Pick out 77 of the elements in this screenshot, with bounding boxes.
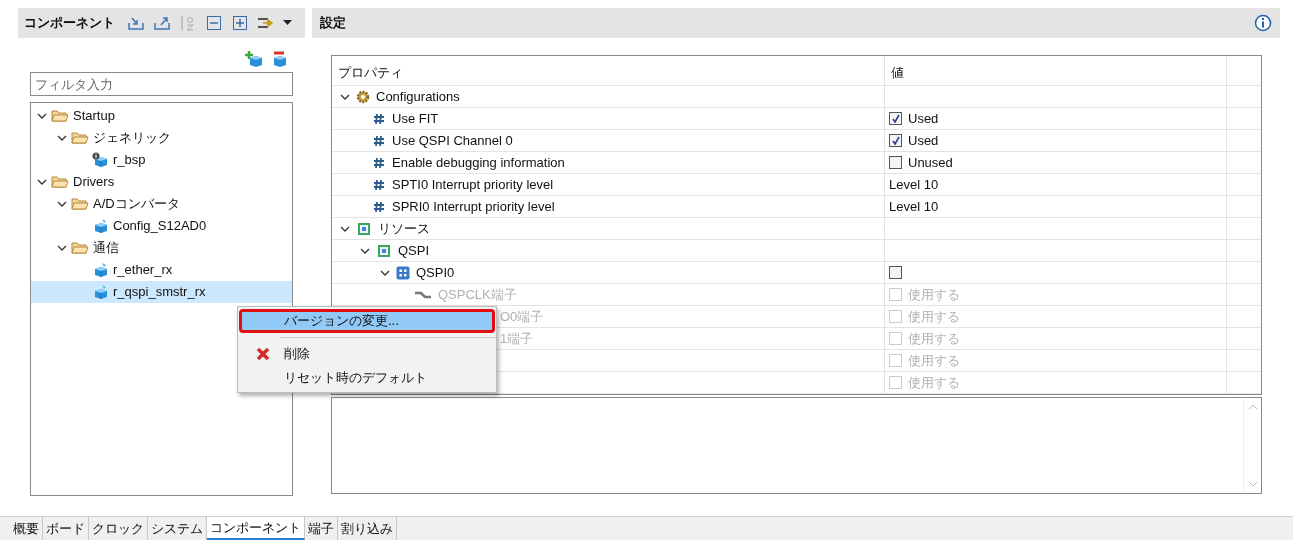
property-name: Use FIT bbox=[392, 109, 439, 128]
chevron-down-icon[interactable] bbox=[37, 177, 47, 187]
bottom-tab[interactable]: 割り込み bbox=[338, 517, 397, 540]
tree-item[interactable]: r_bsp bbox=[31, 149, 292, 171]
property-name: O0端子 bbox=[500, 307, 544, 326]
tree-item[interactable]: ジェネリック bbox=[31, 127, 292, 149]
export-icon[interactable] bbox=[153, 14, 171, 32]
hash-icon bbox=[372, 134, 386, 147]
grid-block-icon bbox=[396, 265, 410, 280]
checkbox[interactable] bbox=[889, 266, 902, 279]
tree-item[interactable]: r_ether_rx bbox=[31, 259, 292, 281]
add-cube-icon[interactable] bbox=[245, 50, 263, 68]
tree-item[interactable]: A/Dコンバータ bbox=[31, 193, 292, 215]
chevron-down-icon[interactable] bbox=[37, 111, 47, 121]
value-text: Unused bbox=[908, 153, 953, 172]
property-name: SPTI0 Interrupt priority level bbox=[392, 175, 554, 194]
tree-item[interactable]: 通信 bbox=[31, 237, 292, 259]
chevron-down-icon[interactable] bbox=[57, 133, 67, 143]
property-name: リソース bbox=[378, 219, 430, 238]
chevron-down-icon[interactable] bbox=[57, 243, 67, 253]
wire-icon bbox=[414, 289, 432, 300]
property-name: SPRI0 Interrupt priority level bbox=[392, 197, 555, 216]
gear-icon bbox=[356, 89, 370, 104]
bottom-tab[interactable]: ボード bbox=[43, 517, 89, 540]
checkbox[interactable] bbox=[889, 112, 902, 125]
tree-item[interactable]: Config_S12AD0 bbox=[31, 215, 292, 237]
property-name: Enable debugging information bbox=[392, 153, 565, 172]
hash-icon bbox=[372, 178, 386, 191]
hash-icon bbox=[372, 200, 386, 213]
property-name: QSPI bbox=[398, 241, 430, 260]
folder-icon bbox=[71, 197, 89, 211]
info-icon[interactable] bbox=[1254, 14, 1272, 32]
checkbox[interactable] bbox=[889, 156, 902, 169]
property-name: Use QSPI Channel 0 bbox=[392, 131, 513, 150]
chip-icon bbox=[356, 220, 372, 237]
value-text: 使用する bbox=[908, 285, 960, 304]
hash-icon bbox=[372, 112, 386, 125]
filter-field[interactable]: フィルタ入力 bbox=[30, 72, 293, 96]
chip-icon bbox=[376, 242, 392, 259]
bottom-tab[interactable]: 概要 bbox=[10, 517, 43, 540]
panel-title: コンポーネント bbox=[24, 14, 115, 33]
tree-item[interactable]: r_qspi_smstr_rx bbox=[31, 281, 292, 303]
bottom-tab[interactable]: 端子 bbox=[305, 517, 338, 540]
column-header[interactable]: 値 bbox=[891, 65, 904, 80]
tree-item[interactable]: Startup bbox=[31, 105, 292, 127]
delete-icon bbox=[256, 347, 270, 361]
property-name: QSPI0 bbox=[416, 263, 455, 282]
folder-icon bbox=[71, 131, 89, 145]
property-name: 1端子 bbox=[500, 329, 534, 348]
chevron-down-icon[interactable] bbox=[57, 199, 67, 209]
column-header[interactable]: プロパティ bbox=[338, 65, 403, 80]
hash-icon bbox=[372, 156, 386, 169]
value-text: Level 10 bbox=[889, 197, 939, 216]
bottom-tab[interactable]: コンポーネント bbox=[207, 517, 305, 540]
value-text: 使用する bbox=[908, 329, 960, 348]
checkbox[interactable] bbox=[889, 134, 902, 147]
remove-cube-icon[interactable] bbox=[271, 50, 289, 68]
menu-item[interactable]: 削除 bbox=[239, 342, 495, 366]
caret-icon[interactable] bbox=[283, 20, 292, 26]
value-text: 使用する bbox=[908, 307, 960, 326]
value-text: Used bbox=[908, 131, 939, 150]
expand-icon[interactable] bbox=[231, 14, 249, 32]
cube-info-icon bbox=[91, 152, 109, 168]
menu-item[interactable]: リセット時のデフォルト bbox=[239, 366, 495, 390]
collapse-icon[interactable] bbox=[205, 14, 223, 32]
property-name: Configurations bbox=[376, 87, 460, 106]
value-text: 使用する bbox=[908, 351, 960, 370]
folder-icon bbox=[51, 175, 69, 189]
menu-item[interactable]: バージョンの変更... bbox=[239, 309, 495, 333]
folder-icon bbox=[71, 241, 89, 255]
value-text: 使用する bbox=[908, 373, 960, 392]
tree-item[interactable]: Drivers bbox=[31, 171, 292, 193]
value-text: Level 10 bbox=[889, 175, 939, 194]
value-text: Used bbox=[908, 109, 939, 128]
panel-title: 設定 bbox=[320, 14, 346, 33]
folder-icon bbox=[51, 109, 69, 123]
property-name: QSPCLK端子 bbox=[438, 285, 517, 304]
